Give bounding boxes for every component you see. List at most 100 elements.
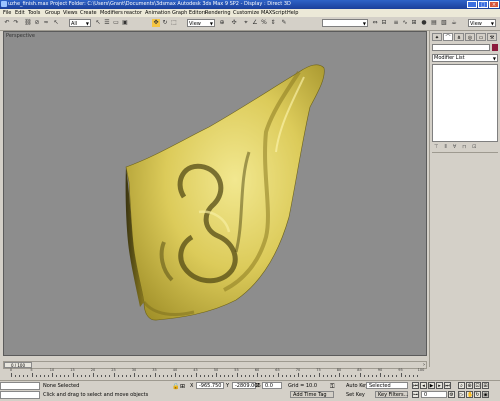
unlink-icon[interactable]: ⊘ [33, 19, 41, 27]
menu-animation[interactable]: Animation [145, 10, 171, 16]
manipulate-icon[interactable]: ✣ [230, 19, 238, 27]
percent-snap-icon[interactable]: % [260, 19, 268, 27]
configure-modifier-sets-icon[interactable]: ⊡ [472, 144, 476, 150]
modify-tab[interactable]: ⌒ [443, 33, 453, 41]
menu-tools[interactable]: Tools [28, 10, 40, 16]
tick-mark [347, 375, 349, 377]
absolute-mode-icon[interactable]: ⊞ [180, 383, 185, 390]
zoom-all-icon[interactable]: ⊕ [466, 382, 473, 389]
select-object-icon[interactable]: ↖ [52, 19, 60, 27]
time-configuration-icon[interactable]: ⚙ [448, 391, 455, 398]
rectangular-selection-icon[interactable]: ▭ [112, 19, 120, 27]
maxscript-listener[interactable] [0, 382, 40, 390]
named-selection-sets-dropdown[interactable]: ▼ [322, 19, 368, 27]
menu-rendering[interactable]: Rendering [205, 10, 231, 16]
selection-filter-dropdown[interactable]: All ▼ [69, 19, 91, 27]
go-to-end-icon[interactable]: ⏭ [444, 382, 451, 389]
select-object-arrow-icon[interactable]: ↖ [94, 19, 102, 27]
maxscript-mini-listener[interactable] [0, 391, 40, 399]
go-to-start-icon[interactable]: ⏮ [412, 382, 419, 389]
menu-reactor[interactable]: reactor [124, 10, 142, 16]
menu-help[interactable]: Help [287, 10, 298, 16]
render-setup-icon[interactable]: ▤ [430, 19, 438, 27]
menu-create[interactable]: Create [80, 10, 97, 16]
track-bar[interactable]: 0 5 10 15 20 25 30 35 40 45 50 55 60 65 70 75 80 85 90 95 10… [3, 368, 427, 379]
time-slider-thumb[interactable]: 0 / 100 [4, 362, 32, 368]
utilities-tab[interactable]: ⚒ [487, 33, 497, 41]
maximize-button[interactable]: □ [478, 1, 488, 8]
orbit-icon[interactable]: ↻ [474, 391, 481, 398]
edit-named-selections-icon[interactable]: ✎ [280, 19, 288, 27]
add-time-tag-button[interactable]: Add Time Tag [290, 391, 334, 398]
show-end-result-icon[interactable]: Ⅱ [444, 144, 446, 150]
y-coordinate-field[interactable]: -2809.006 [232, 382, 261, 389]
key-icon[interactable]: ⚿ [330, 383, 335, 391]
menu-customize[interactable]: Customize [233, 10, 259, 16]
tick-mark [64, 375, 66, 377]
maximize-viewport-icon[interactable]: ▣ [482, 391, 489, 398]
layer-manager-icon[interactable]: ≡ [392, 19, 400, 27]
minimize-button[interactable]: _ [467, 1, 477, 8]
create-tab[interactable]: ✦ [432, 33, 442, 41]
perspective-viewport[interactable]: Perspective [3, 31, 427, 356]
set-key-button[interactable]: Set Key [346, 392, 365, 398]
quick-render-icon[interactable]: ☕ [450, 19, 458, 27]
material-editor-icon[interactable]: ● [420, 19, 428, 27]
menu-graph-editors[interactable]: Graph Editors [172, 10, 206, 16]
undo-icon[interactable]: ↶ [3, 19, 11, 27]
select-and-move-icon[interactable]: ✥ [152, 19, 160, 27]
window-crossing-icon[interactable]: ▣ [121, 19, 129, 27]
object-color-swatch[interactable] [492, 44, 498, 51]
object-name-field[interactable] [432, 44, 490, 51]
menu-edit[interactable]: Edit [15, 10, 25, 16]
bind-space-warp-icon[interactable]: ≈ [42, 19, 50, 27]
render-frame-icon[interactable]: ▧ [440, 19, 448, 27]
x-coordinate-field[interactable]: -965.750 [196, 382, 224, 389]
zoom-extents-icon[interactable]: ⊡ [474, 382, 481, 389]
menu-maxscript[interactable]: MAXScript [261, 10, 287, 16]
menu-views[interactable]: Views [63, 10, 77, 16]
display-tab[interactable]: ▭ [476, 33, 486, 41]
zoom-icon[interactable]: ⌕ [458, 382, 465, 389]
pin-stack-icon[interactable]: ⊤ [434, 144, 438, 150]
zoom-extents-all-icon[interactable]: ⊞ [482, 382, 489, 389]
hierarchy-tab[interactable]: ⋔ [454, 33, 464, 41]
key-mode-dropdown[interactable]: Selected [366, 382, 408, 389]
pivot-center-icon[interactable]: ⊕ [218, 19, 226, 27]
z-coordinate-field[interactable]: 0.0 [262, 382, 282, 389]
render-type-dropdown[interactable]: View ▼ [468, 19, 496, 27]
redo-icon[interactable]: ↷ [12, 19, 20, 27]
menu-file[interactable]: File [3, 10, 11, 16]
modifier-list-dropdown[interactable]: Modifier List ▼ [432, 54, 498, 62]
field-of-view-icon[interactable]: ▷ [458, 391, 465, 398]
angle-snap-icon[interactable]: ∠ [251, 19, 259, 27]
curve-editor-icon[interactable]: ∿ [401, 19, 409, 27]
mirror-icon[interactable]: ⇔ [371, 19, 379, 27]
lock-selection-icon[interactable]: 🔒 [172, 383, 179, 390]
next-frame-icon[interactable]: ▸ [436, 382, 443, 389]
link-icon[interactable]: ⛓ [24, 19, 32, 27]
reference-coordinate-dropdown[interactable]: View ▼ [187, 19, 215, 27]
play-icon[interactable]: ▶ [428, 382, 435, 389]
schematic-view-icon[interactable]: ⊞ [410, 19, 418, 27]
auto-key-button[interactable]: Auto Key [346, 383, 368, 389]
select-by-name-icon[interactable]: ☰ [103, 19, 111, 27]
spinner-snap-icon[interactable]: ⇕ [269, 19, 277, 27]
menu-modifiers[interactable]: Modifiers [100, 10, 123, 16]
select-and-scale-icon[interactable]: ⬚ [170, 19, 178, 27]
menu-group[interactable]: Group [45, 10, 60, 16]
align-icon[interactable]: ⊟ [380, 19, 388, 27]
modifier-stack[interactable] [432, 64, 498, 142]
snap-toggle-icon[interactable]: ⌖ [242, 19, 250, 27]
remove-modifier-icon[interactable]: ⊓ [462, 144, 466, 150]
select-and-rotate-icon[interactable]: ↻ [161, 19, 169, 27]
pan-icon[interactable]: ✋ [466, 391, 473, 398]
current-frame-field[interactable]: 0 [421, 391, 447, 398]
make-unique-icon[interactable]: ∀ [453, 144, 456, 150]
motion-tab[interactable]: ◎ [465, 33, 475, 41]
key-mode-toggle-icon[interactable]: ⊶ [412, 391, 419, 398]
app-icon[interactable] [1, 1, 7, 7]
key-filters-button[interactable]: Key Filters... [375, 391, 408, 398]
close-button[interactable]: × [489, 1, 499, 8]
previous-frame-icon[interactable]: ◂ [420, 382, 427, 389]
